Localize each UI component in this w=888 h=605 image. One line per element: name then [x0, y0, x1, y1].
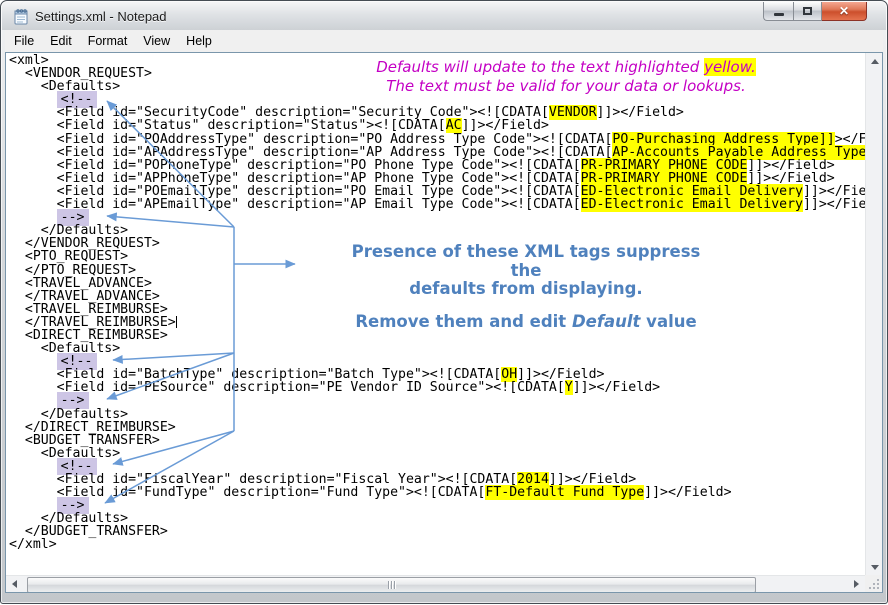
highlighted-value: FT-Default Fund Type [485, 485, 644, 500]
code-text: </xml> [9, 537, 57, 552]
code-line: </xml> [9, 538, 865, 551]
code-line: <BUDGET_TRANSFER> [9, 434, 865, 447]
resize-grip-icon [868, 578, 880, 590]
blue-italic-word: Default [572, 312, 641, 331]
magenta-text: Defaults will update to the text highlig… [376, 58, 704, 76]
code-line: --> [9, 211, 865, 224]
horizontal-scroll-thumb[interactable] [27, 577, 756, 593]
magenta-annotation-line1: Defaults will update to the text highlig… [331, 58, 801, 77]
vertical-scrollbar[interactable] [865, 53, 882, 575]
maximize-icon [803, 7, 812, 15]
code-line: <Field id="APEmailType" description="AP … [9, 198, 865, 211]
blue-annotation-line2: defaults from displaying. [336, 280, 716, 299]
highlighted-value: VENDOR [549, 105, 597, 120]
close-icon: ✕ [839, 5, 849, 17]
blue-annotation-line3: Remove them and edit Default value [336, 313, 716, 332]
code-text: ]]></Field> [644, 485, 731, 500]
horizontal-scrollbar[interactable] [6, 575, 865, 592]
thumb-grip [388, 581, 389, 589]
blue-annotation: Presence of these XML tags suppress the … [336, 243, 716, 331]
title-bar[interactable]: Settings.xml - Notepad ✕ [2, 2, 886, 30]
highlighted-value: Y [565, 380, 573, 395]
minimize-button[interactable] [763, 2, 793, 21]
arrow-up-icon [871, 59, 879, 64]
blue-annotation-line1: Presence of these XML tags suppress the [336, 243, 716, 280]
menu-bar: File Edit Format View Help [5, 30, 883, 52]
maximize-button[interactable] [793, 2, 822, 21]
scroll-right-button[interactable] [848, 576, 865, 592]
code-text: <Field id="APEmailType" description="AP … [9, 197, 581, 212]
menu-edit[interactable]: Edit [42, 31, 80, 51]
code-line: </BUDGET_TRANSFER> [9, 525, 865, 538]
thumb-grip [391, 581, 392, 589]
code-text: <Field id="PESource" description="PE Ven… [9, 380, 565, 395]
menu-view[interactable]: View [135, 31, 178, 51]
arrow-left-icon [12, 580, 17, 588]
code-line: <Field id="PESource" description="PE Ven… [9, 381, 865, 394]
highlighted-value: ED-Electronic Email Delivery [581, 197, 803, 212]
code-text: ]]></Field> [573, 380, 660, 395]
notepad-window: Settings.xml - Notepad ✕ File Edit Forma… [0, 0, 888, 604]
blue-text: value [640, 312, 696, 331]
blue-text: Remove them and edit [355, 312, 572, 331]
close-button[interactable]: ✕ [822, 2, 867, 21]
arrow-right-icon [854, 580, 859, 588]
magenta-annotation-line2: The text must be valid for your data or … [331, 77, 801, 96]
code-line: --> [9, 394, 865, 407]
arrow-down-icon [871, 565, 879, 570]
code-text: ]]></Field> [803, 197, 865, 212]
magenta-highlighted-word: yellow. [704, 58, 756, 76]
scroll-left-button[interactable] [6, 576, 23, 592]
resize-grip[interactable] [865, 575, 882, 592]
code-text: ]]></Field> [597, 105, 684, 120]
menu-help[interactable]: Help [178, 31, 220, 51]
thumb-grip [394, 581, 395, 589]
notepad-icon [13, 8, 30, 25]
menu-format[interactable]: Format [80, 31, 136, 51]
code-line: <Defaults> [9, 447, 865, 460]
code-line: <Field id="FundType" description="Fund T… [9, 486, 865, 499]
scroll-up-button[interactable] [866, 53, 883, 69]
scroll-down-button[interactable] [866, 559, 883, 575]
code-line: --> [9, 499, 865, 512]
minimize-icon [774, 13, 784, 16]
magenta-annotation: Defaults will update to the text highlig… [331, 58, 801, 96]
text-cursor [176, 316, 177, 328]
menu-file[interactable]: File [6, 31, 42, 51]
window-controls: ✕ [763, 2, 867, 21]
window-title: Settings.xml - Notepad [35, 9, 167, 24]
code-line: <Defaults> [9, 342, 865, 355]
